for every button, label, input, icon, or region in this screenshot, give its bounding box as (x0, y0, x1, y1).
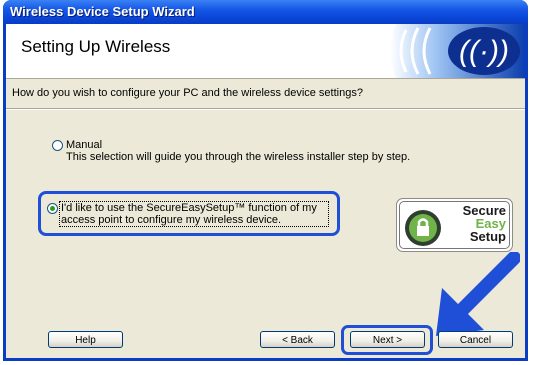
radio-selected-dot (50, 206, 55, 211)
divider (6, 108, 525, 110)
secureeasysetup-label-line2[interactable]: access point to configure my wireless de… (61, 214, 281, 226)
wireless-signal-icon: ((·)) (390, 24, 525, 78)
pointer-arrow-icon (436, 252, 520, 336)
secureeasysetup-logo: Secure Easy Setup (396, 198, 513, 252)
help-button[interactable]: Help (48, 331, 123, 348)
secureeasysetup-lock-icon (405, 210, 441, 246)
back-button[interactable]: < Back (260, 331, 335, 348)
manual-description: This selection will guide you through th… (66, 151, 411, 163)
page-title: Setting Up Wireless (21, 37, 171, 56)
secureeasysetup-label-line1[interactable]: I'd like to use the SecureEasySetup™ fun… (61, 202, 317, 214)
logo-text: Secure Easy Setup (460, 204, 506, 243)
title-bar[interactable]: Wireless Device Setup Wizard (3, 0, 528, 24)
question-text: How do you wish to configure your PC and… (12, 87, 363, 99)
cancel-button[interactable]: Cancel (438, 331, 513, 348)
manual-label[interactable]: Manual (66, 139, 102, 151)
window-title: Wireless Device Setup Wizard (10, 4, 195, 19)
secureeasysetup-radio[interactable] (47, 203, 58, 214)
logo-frame: Secure Easy Setup (399, 201, 510, 249)
manual-radio[interactable] (52, 140, 63, 151)
next-button[interactable]: Next > (350, 331, 425, 348)
svg-text:((·)): ((·)) (459, 35, 509, 68)
wizard-header: Setting Up Wireless ((·)) (6, 24, 525, 79)
logo-setup: Setup (469, 229, 506, 244)
